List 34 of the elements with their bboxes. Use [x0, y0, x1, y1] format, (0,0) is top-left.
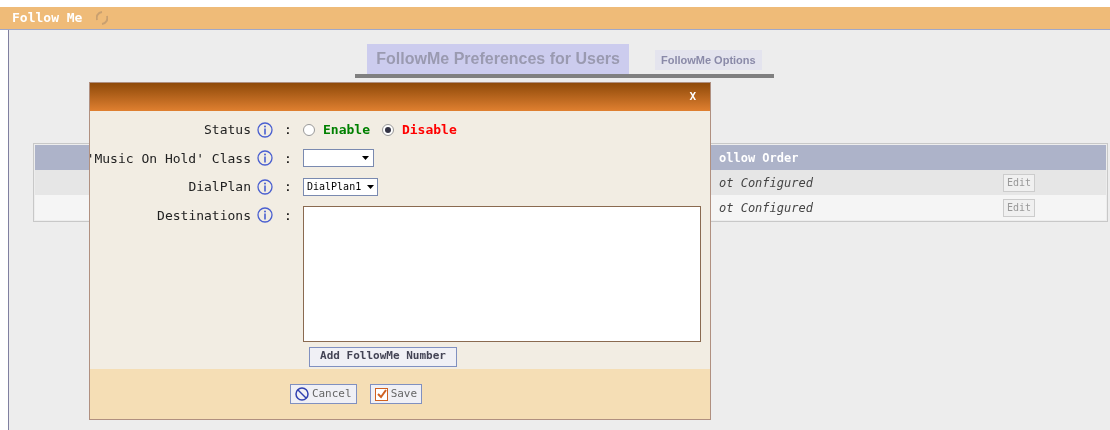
class-dropdown[interactable] — [303, 149, 374, 168]
radio-label: Enable — [323, 121, 370, 139]
table-cell-text: ot Configured — [719, 174, 814, 192]
field-label: 'Music On Hold' Class — [86, 149, 251, 168]
colon: : — [283, 149, 293, 168]
radio-label: Disable — [401, 121, 457, 139]
info-icon[interactable] — [257, 207, 273, 224]
caret-icon — [362, 156, 369, 161]
info-icon[interactable] — [257, 150, 273, 167]
colon: : — [283, 121, 293, 139]
destinations-field[interactable] — [303, 205, 701, 342]
table-cell-text: ot Configured — [719, 199, 814, 217]
save-button[interactable]: Save — [369, 384, 423, 404]
column-header: ollow Order — [719, 149, 799, 167]
radio-button[interactable] — [381, 123, 394, 136]
info-icon[interactable] — [257, 121, 273, 138]
add-number-button[interactable]: Add FollowMe Number — [309, 346, 457, 367]
page-title: Follow Me — [12, 9, 83, 28]
edit-button[interactable]: Edit — [1003, 198, 1036, 217]
field-label: DialPlan — [188, 178, 251, 196]
caret-icon — [367, 184, 375, 189]
info-icon[interactable] — [257, 178, 273, 195]
radio-button[interactable] — [303, 123, 315, 136]
field-label: Destinations — [157, 206, 251, 225]
cancel-icon — [294, 387, 309, 401]
tab[interactable]: FollowMe Options — [654, 49, 762, 70]
dialplan-dropdown[interactable]: DialPlan1 — [303, 177, 379, 196]
cancel-button[interactable]: Cancel — [289, 384, 357, 404]
colon: : — [283, 178, 293, 196]
field-label: Status — [204, 121, 251, 139]
colon: : — [283, 206, 293, 225]
checkbox-icon — [374, 387, 388, 401]
edit-button[interactable]: Edit — [1003, 173, 1036, 192]
close-button[interactable]: X — [689, 88, 696, 106]
